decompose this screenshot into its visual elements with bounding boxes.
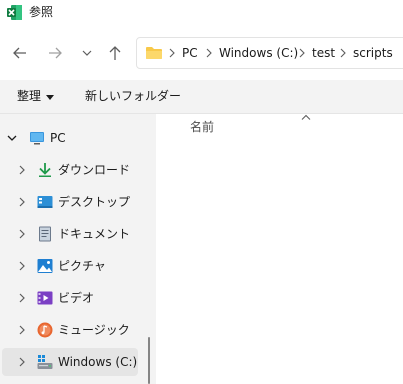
new-folder-button[interactable]: 新しいフォルダー [85,89,181,103]
tree-item-music[interactable]: ミュージック [0,316,140,344]
sort-ascending-icon [301,114,311,120]
file-list: 名前 [156,114,403,384]
breadcrumb-windows-c[interactable]: Windows (C:) [219,46,298,60]
chevron-right-icon [299,48,305,58]
forward-button[interactable] [43,41,67,65]
folder-icon [146,47,162,59]
chevron-right-icon[interactable] [17,357,27,367]
tree-item-label: Windows (C:) [58,355,138,369]
back-button[interactable] [8,41,32,65]
chevron-down-icon [46,95,54,100]
tree-item-label: ビデオ [58,291,95,305]
chevron-right-icon[interactable] [17,165,27,175]
excel-icon [7,5,22,20]
tree-item-pictures[interactable]: ピクチャ [0,252,140,280]
arrow-up-icon [109,46,121,60]
organize-button[interactable]: 整理 [17,89,41,103]
command-bar: 整理 新しいフォルダー [0,80,403,114]
chevron-right-icon [169,48,175,58]
chevron-right-icon[interactable] [17,229,27,239]
arrow-left-icon [13,47,26,59]
tree-item-pc[interactable]: PC [0,124,140,152]
chevron-right-icon[interactable] [17,325,27,335]
tree-item-windows-c[interactable]: Windows (C:) [2,348,138,376]
arrow-right-icon [49,47,62,59]
window-title: 参照 [29,5,54,19]
breadcrumb-scripts[interactable]: scripts [353,46,393,60]
chevron-down-icon[interactable] [7,133,17,143]
breadcrumb-pc[interactable]: PC [182,46,198,60]
drive-icon [37,355,53,369]
chevron-right-icon[interactable] [17,293,27,303]
title-bar: 参照 [0,0,403,26]
videos-icon [37,291,53,305]
tree-item-label: デスクトップ [58,195,131,209]
tree-item-videos[interactable]: ビデオ [0,284,140,312]
tree-item-documents[interactable]: ドキュメント [0,220,140,248]
desktop-icon [37,196,53,208]
tree-item-label: ピクチャ [58,259,106,273]
chevron-down-icon [82,50,92,56]
navigation-pane: PC ダウンロード デスクトップ ドキュメント ピクチャ ビデオ ミュージック … [0,114,156,384]
pc-icon [30,132,44,145]
tree-item-label: ドキュメント [58,227,131,241]
music-icon [37,322,53,338]
chevron-right-icon[interactable] [17,261,27,271]
download-icon [39,163,51,177]
pictures-icon [37,259,53,273]
chevron-right-icon [206,48,212,58]
chevron-right-icon[interactable] [17,197,27,207]
tree-item-label: PC [50,131,66,145]
chevron-right-icon [340,48,346,58]
address-bar[interactable]: PC Windows (C:) test scripts [136,37,403,69]
tree-item-downloads[interactable]: ダウンロード [0,156,140,184]
nav-pane-scrollbar[interactable] [148,337,150,384]
tree-item-label: ミュージック [58,323,130,337]
tree-item-label: ダウンロード [58,163,131,177]
tree-item-desktop[interactable]: デスクトップ [0,188,140,216]
breadcrumb-test[interactable]: test [312,46,335,60]
up-button[interactable] [103,41,127,65]
recent-locations-button[interactable] [75,41,99,65]
documents-icon [39,226,51,242]
column-header-name[interactable]: 名前 [190,120,214,134]
